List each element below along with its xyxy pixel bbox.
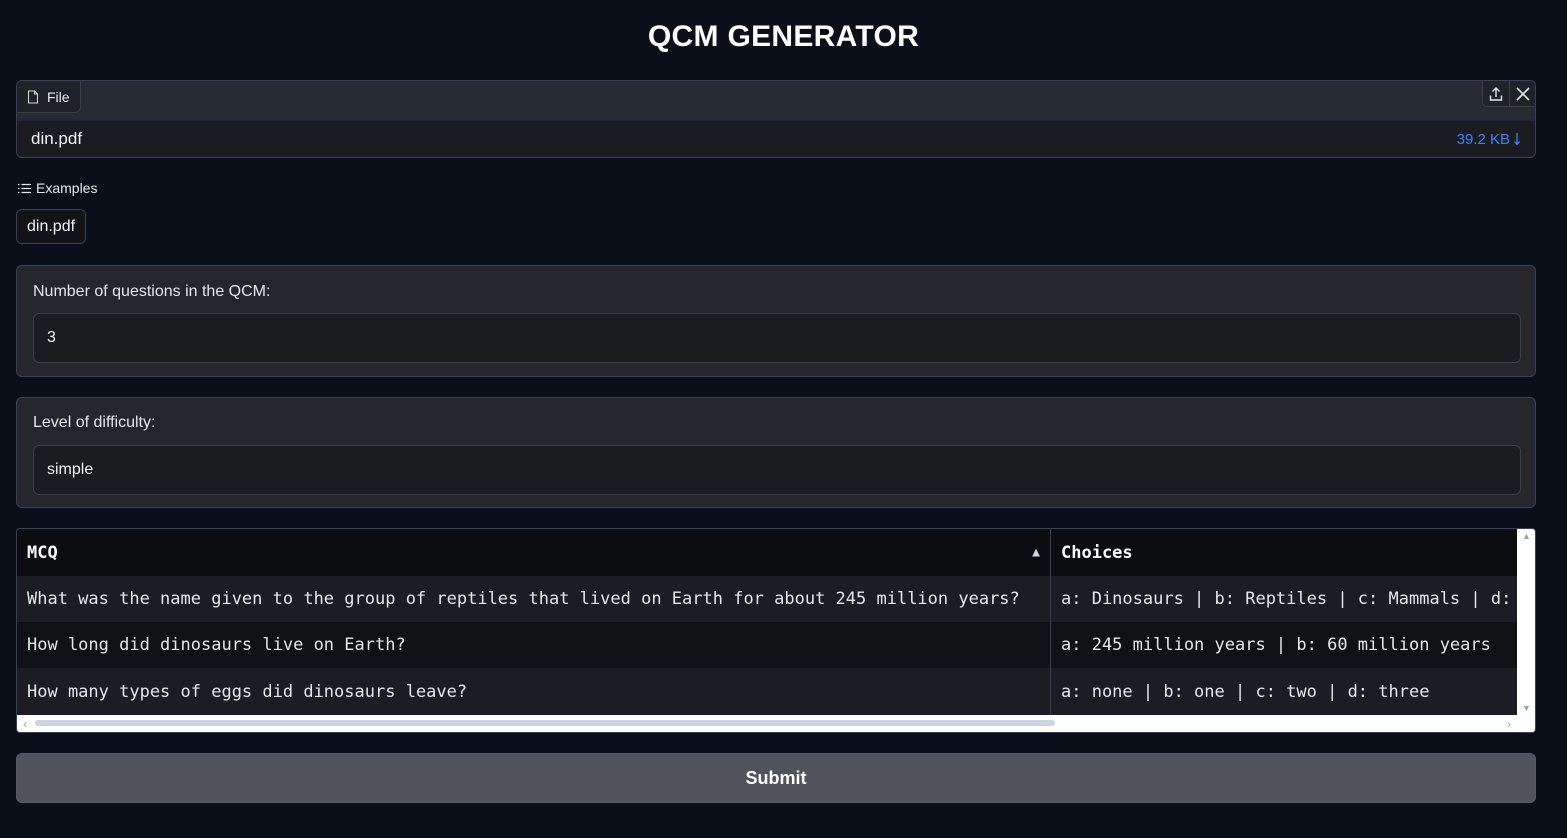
table-cell[interactable]: How long did dinosaurs live on Earth? (17, 622, 1051, 668)
num-questions-panel: Number of questions in the QCM: 3 (16, 265, 1536, 377)
file-actions (1482, 81, 1535, 107)
file-row: din.pdf 39.2 KB (17, 121, 1535, 157)
table-row: How many types of eggs did dinosaurs lea… (17, 668, 1517, 715)
table-row: How long did dinosaurs live on Earth? a:… (17, 622, 1517, 668)
file-name: din.pdf (31, 129, 83, 148)
table-row: What was the name given to the group of … (17, 576, 1517, 622)
num-questions-input[interactable]: 3 (33, 313, 1521, 363)
num-questions-label: Number of questions in the QCM: (33, 283, 271, 300)
scroll-up-icon[interactable]: ▲ (1522, 531, 1531, 541)
scroll-left-icon[interactable]: ‹ (23, 717, 27, 731)
table-header: MCQ ▲ Choices (17, 529, 1517, 576)
difficulty-input[interactable]: simple (33, 445, 1521, 495)
upload-icon[interactable] (1483, 81, 1509, 107)
horizontal-scrollbar[interactable]: ‹ › (17, 715, 1535, 732)
header-mcq[interactable]: MCQ ▲ (17, 529, 1051, 576)
horizontal-scroll-thumb[interactable] (35, 720, 1055, 726)
mcq-table: MCQ ▲ Choices What was the name given to… (16, 528, 1536, 733)
file-size: 39.2 KB (1456, 130, 1510, 148)
table-cell[interactable]: a: none | b: one | c: two | d: three (1051, 668, 1517, 715)
examples-header: Examples (18, 180, 97, 196)
page-title: QCM GENERATOR (647, 20, 920, 53)
table-cell[interactable]: a: 245 million years | b: 60 million yea… (1051, 622, 1517, 668)
examples-label: Examples (36, 180, 98, 196)
header-choices[interactable]: Choices (1051, 529, 1517, 576)
table-body: MCQ ▲ Choices What was the name given to… (17, 529, 1517, 715)
difficulty-label: Level of difficulty: (33, 414, 156, 431)
list-icon (18, 183, 31, 193)
file-tab-label: File (47, 88, 70, 105)
table-cell[interactable]: a: Dinosaurs | b: Reptiles | c: Mammals … (1051, 576, 1517, 622)
file-download-link[interactable]: 39.2 KB (1457, 131, 1521, 148)
file-upload: File din.pdf 39.2 KB (16, 80, 1536, 158)
scroll-down-icon[interactable]: ▼ (1522, 703, 1531, 713)
download-arrow-icon (1514, 133, 1520, 146)
scroll-right-icon[interactable]: › (1507, 717, 1511, 731)
file-header: File (17, 81, 1535, 119)
file-tab: File (17, 81, 81, 113)
header-choices-label: Choices (1061, 542, 1133, 563)
example-item[interactable]: din.pdf (16, 209, 87, 244)
difficulty-panel: Level of difficulty: simple (16, 397, 1536, 508)
table-cell[interactable]: How many types of eggs did dinosaurs lea… (17, 668, 1051, 715)
vertical-scrollbar[interactable]: ▲ ▼ (1517, 529, 1535, 715)
table-cell[interactable]: What was the name given to the group of … (17, 576, 1051, 622)
sort-asc-icon[interactable]: ▲ (1032, 545, 1040, 560)
header-mcq-label: MCQ (27, 542, 58, 563)
file-icon (27, 89, 39, 104)
close-icon[interactable] (1509, 81, 1535, 107)
submit-button[interactable]: Submit (16, 753, 1536, 803)
